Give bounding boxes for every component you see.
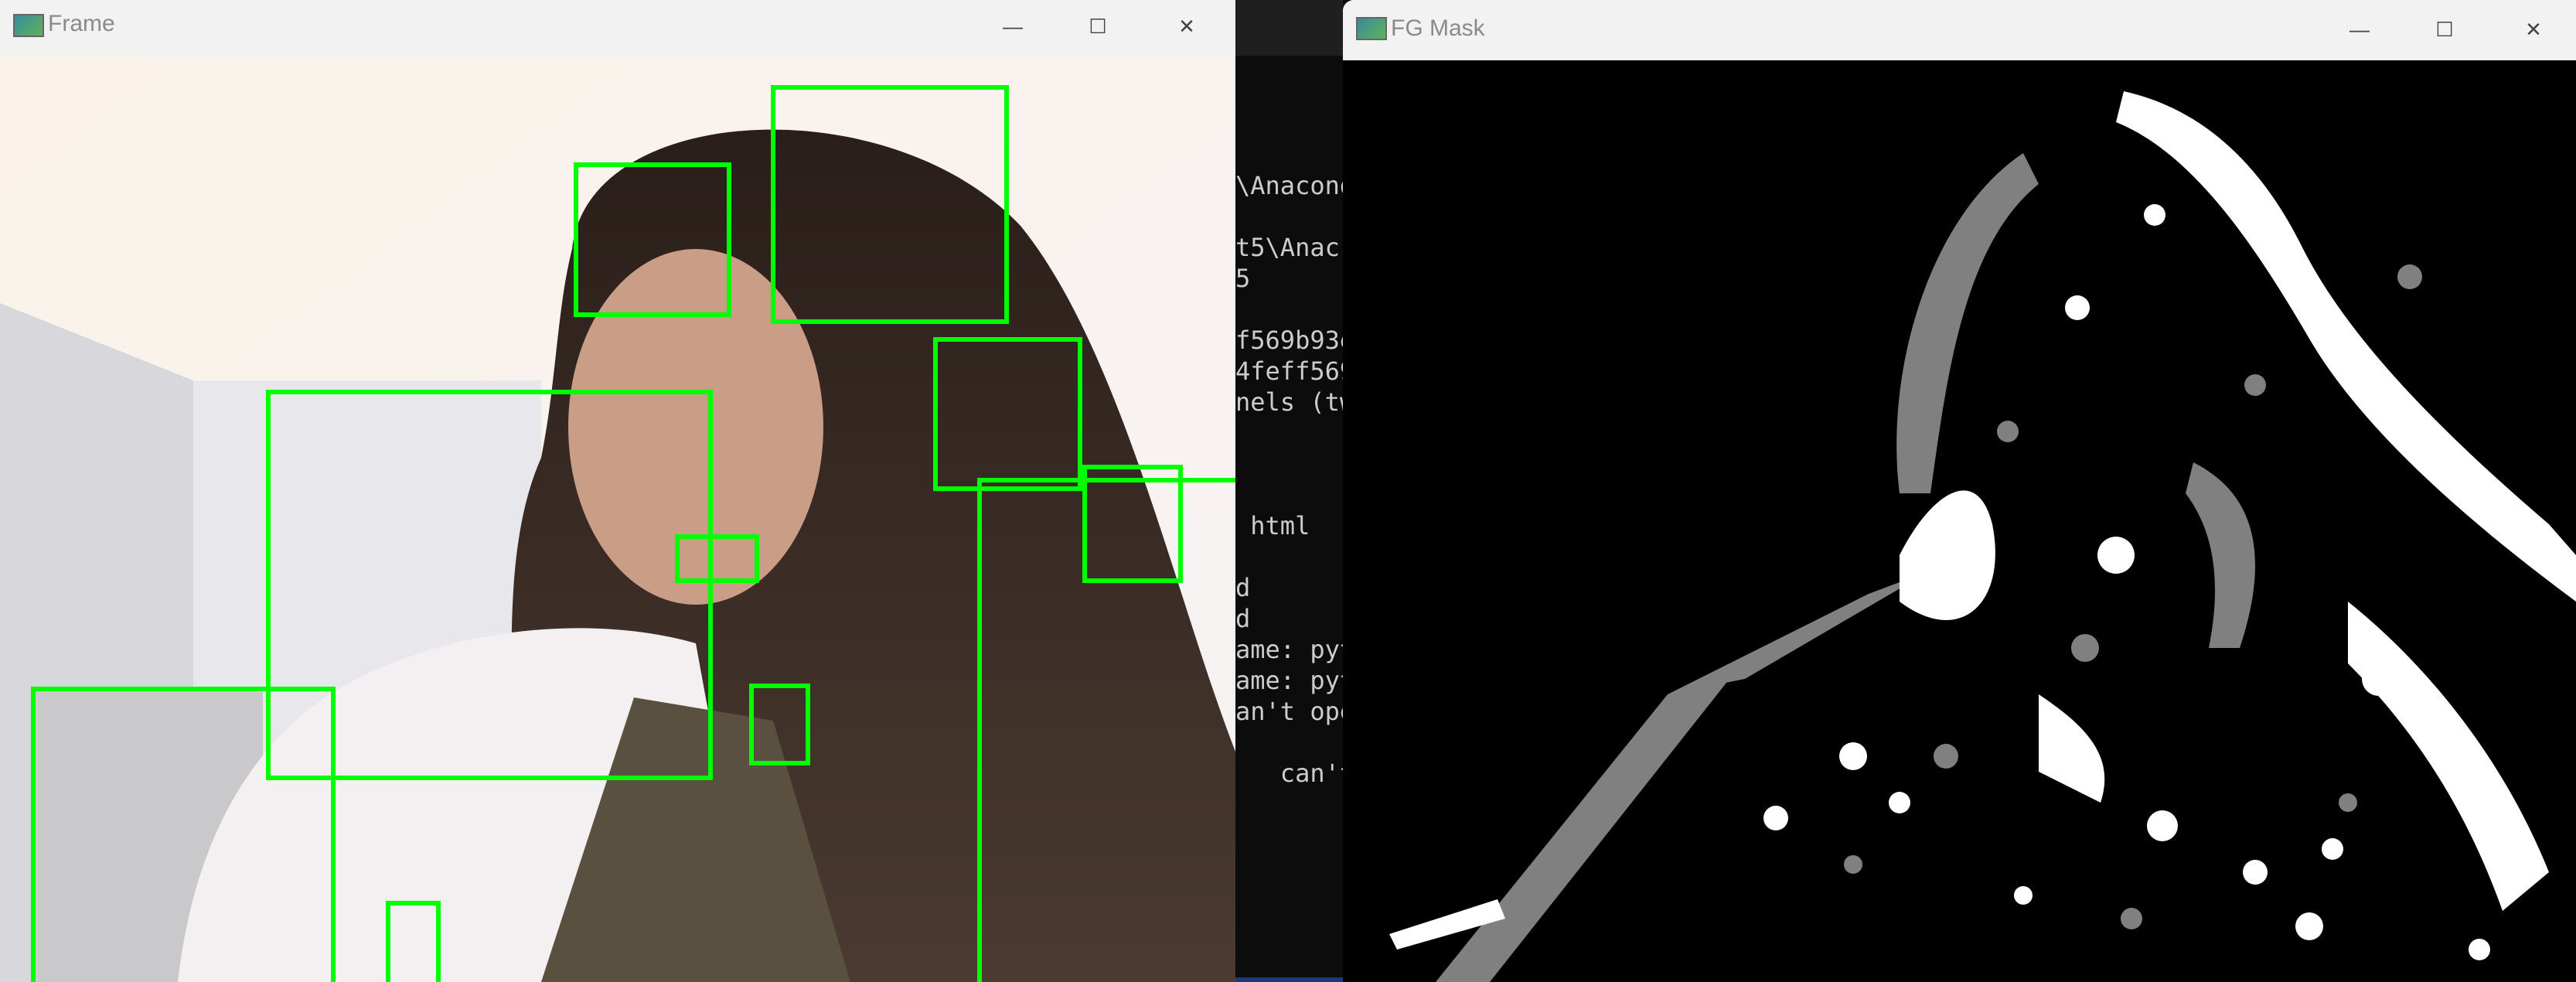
app-icon [1356,17,1387,40]
detection-box [386,901,441,982]
detection-box [977,478,1235,982]
maximize-button[interactable]: ☐ [1063,5,1133,48]
terminal-line: \Anacond [1235,171,1343,200]
minimize-button[interactable]: — [978,5,1048,48]
detection-box [574,162,731,317]
detection-box [933,337,1082,491]
terminal-line: ame: pyt [1235,635,1343,664]
detection-box [31,687,336,982]
terminal-line: d [1235,604,1251,633]
terminal-window[interactable]: \Anacond t5\Anac 5 f569b93e 4feff569 nels (tw… [1235,0,1343,982]
frame-video [0,56,1235,982]
fgmask-titlebar[interactable]: FG Mask — ☐ ✕ [1343,0,2576,60]
terminal-line: can't [1235,759,1343,788]
close-button[interactable]: ✕ [1152,5,1222,48]
terminal-line: 5 [1235,264,1251,293]
terminal-titlebar[interactable] [1235,0,1343,56]
maximize-button[interactable]: ☐ [2410,8,2479,51]
detection-box [749,684,810,765]
terminal-line: html [1235,511,1310,540]
terminal-line: an't ope [1235,697,1343,726]
fgmask-video [1343,60,2576,982]
minimize-button[interactable]: — [2325,8,2394,51]
fgmask-window[interactable]: FG Mask — ☐ ✕ [1343,0,2576,982]
terminal-line: f569b93e [1235,326,1343,355]
frame-titlebar[interactable]: Frame — ☐ ✕ [0,0,1235,56]
terminal-line: t5\Anac [1235,233,1340,262]
window-title: FG Mask [1391,15,1485,41]
window-title: Frame [48,11,115,36]
detection-box [771,85,1009,324]
frame-window[interactable]: Frame — ☐ ✕ [0,0,1235,982]
terminal-line: nels (tw [1235,387,1343,417]
terminal-line: ame: pyt [1235,666,1343,695]
app-icon [13,14,44,37]
taskbar-strip [1235,977,1343,982]
terminal-line: d [1235,573,1251,602]
close-button[interactable]: ✕ [2499,8,2568,51]
foreground-mask-image [1389,91,2576,982]
detection-box [675,534,759,583]
terminal-line: 4feff569 [1235,356,1343,386]
